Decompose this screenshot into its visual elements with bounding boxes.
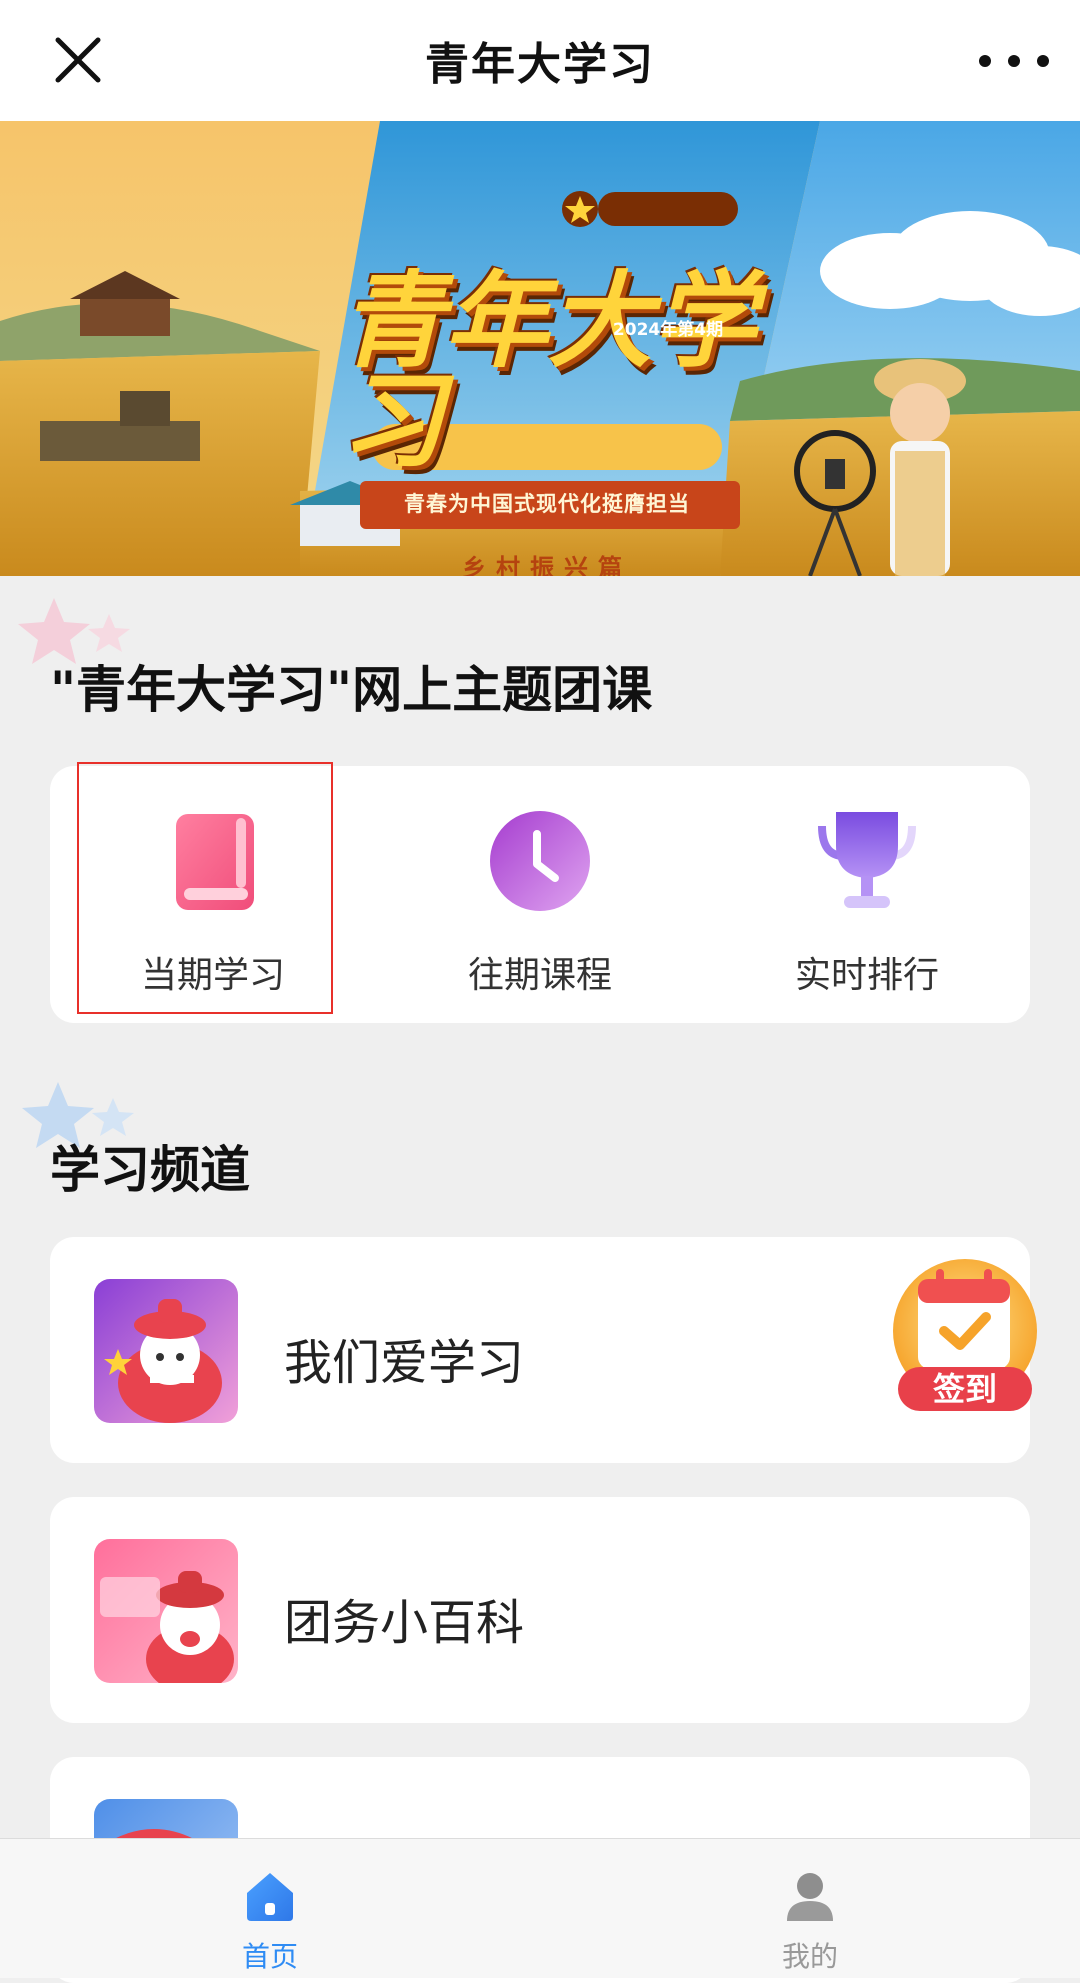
clock-icon bbox=[490, 811, 590, 911]
tab-label: 首页 bbox=[241, 1940, 298, 1973]
page-title: 青年大学习 bbox=[425, 39, 655, 90]
entry-label: 当期学习 bbox=[140, 955, 285, 996]
banner-chapter: 乡村振兴篇 bbox=[462, 554, 632, 576]
more-icon[interactable] bbox=[975, 44, 1053, 78]
entry-live-ranking[interactable]: 实时排行 bbox=[704, 766, 1030, 1023]
channel-card-we-love-study[interactable]: 我们爱学习 bbox=[50, 1237, 1030, 1463]
banner-big-title: 青年大学习 bbox=[340, 260, 757, 482]
signin-floating-button[interactable]: 签到 bbox=[888, 1255, 1042, 1415]
entry-current-study[interactable]: 当期学习 bbox=[50, 766, 376, 1023]
banner-issue-badge: 2024年第4期 bbox=[612, 320, 724, 340]
bottom-tab-bar: 首页 我的 bbox=[0, 1838, 1080, 1978]
mascot-thumbs-up-icon bbox=[94, 1279, 238, 1423]
entry-past-courses[interactable]: 往期课程 bbox=[377, 766, 703, 1023]
banner-slogan: 青春为中国式现代化挺膺担当 bbox=[404, 492, 690, 516]
tab-mine[interactable]: 我的 bbox=[540, 1839, 1080, 1978]
section-title-channel: 学习频道 bbox=[50, 1141, 250, 1199]
user-icon bbox=[787, 1873, 833, 1921]
entry-label: 往期课程 bbox=[467, 955, 612, 996]
section-title-course: "青年大学习"网上主题团课 bbox=[50, 661, 653, 719]
book-icon bbox=[176, 814, 254, 910]
tab-home[interactable]: 首页 bbox=[0, 1839, 540, 1978]
course-entry-card: 当期学习 往期课程 实时排行 bbox=[50, 766, 1030, 1023]
channel-name: 团务小百科 bbox=[284, 1595, 525, 1651]
channel-card-league-wiki[interactable]: 团务小百科 bbox=[50, 1497, 1030, 1723]
channel-name: 我们爱学习 bbox=[284, 1335, 525, 1391]
top-nav-bar: 青年大学习 bbox=[0, 0, 1080, 121]
trophy-icon bbox=[818, 812, 916, 908]
banner-carousel[interactable]: 青年大学习 2024年第4期 青春为中国式现代化挺膺担当 乡村振兴篇 bbox=[0, 121, 1080, 576]
home-icon bbox=[247, 1873, 293, 1921]
entry-label: 实时排行 bbox=[794, 955, 939, 996]
mascot-cheer-icon bbox=[94, 1539, 238, 1683]
signin-label: 签到 bbox=[932, 1370, 997, 1408]
tab-label: 我的 bbox=[781, 1940, 838, 1973]
